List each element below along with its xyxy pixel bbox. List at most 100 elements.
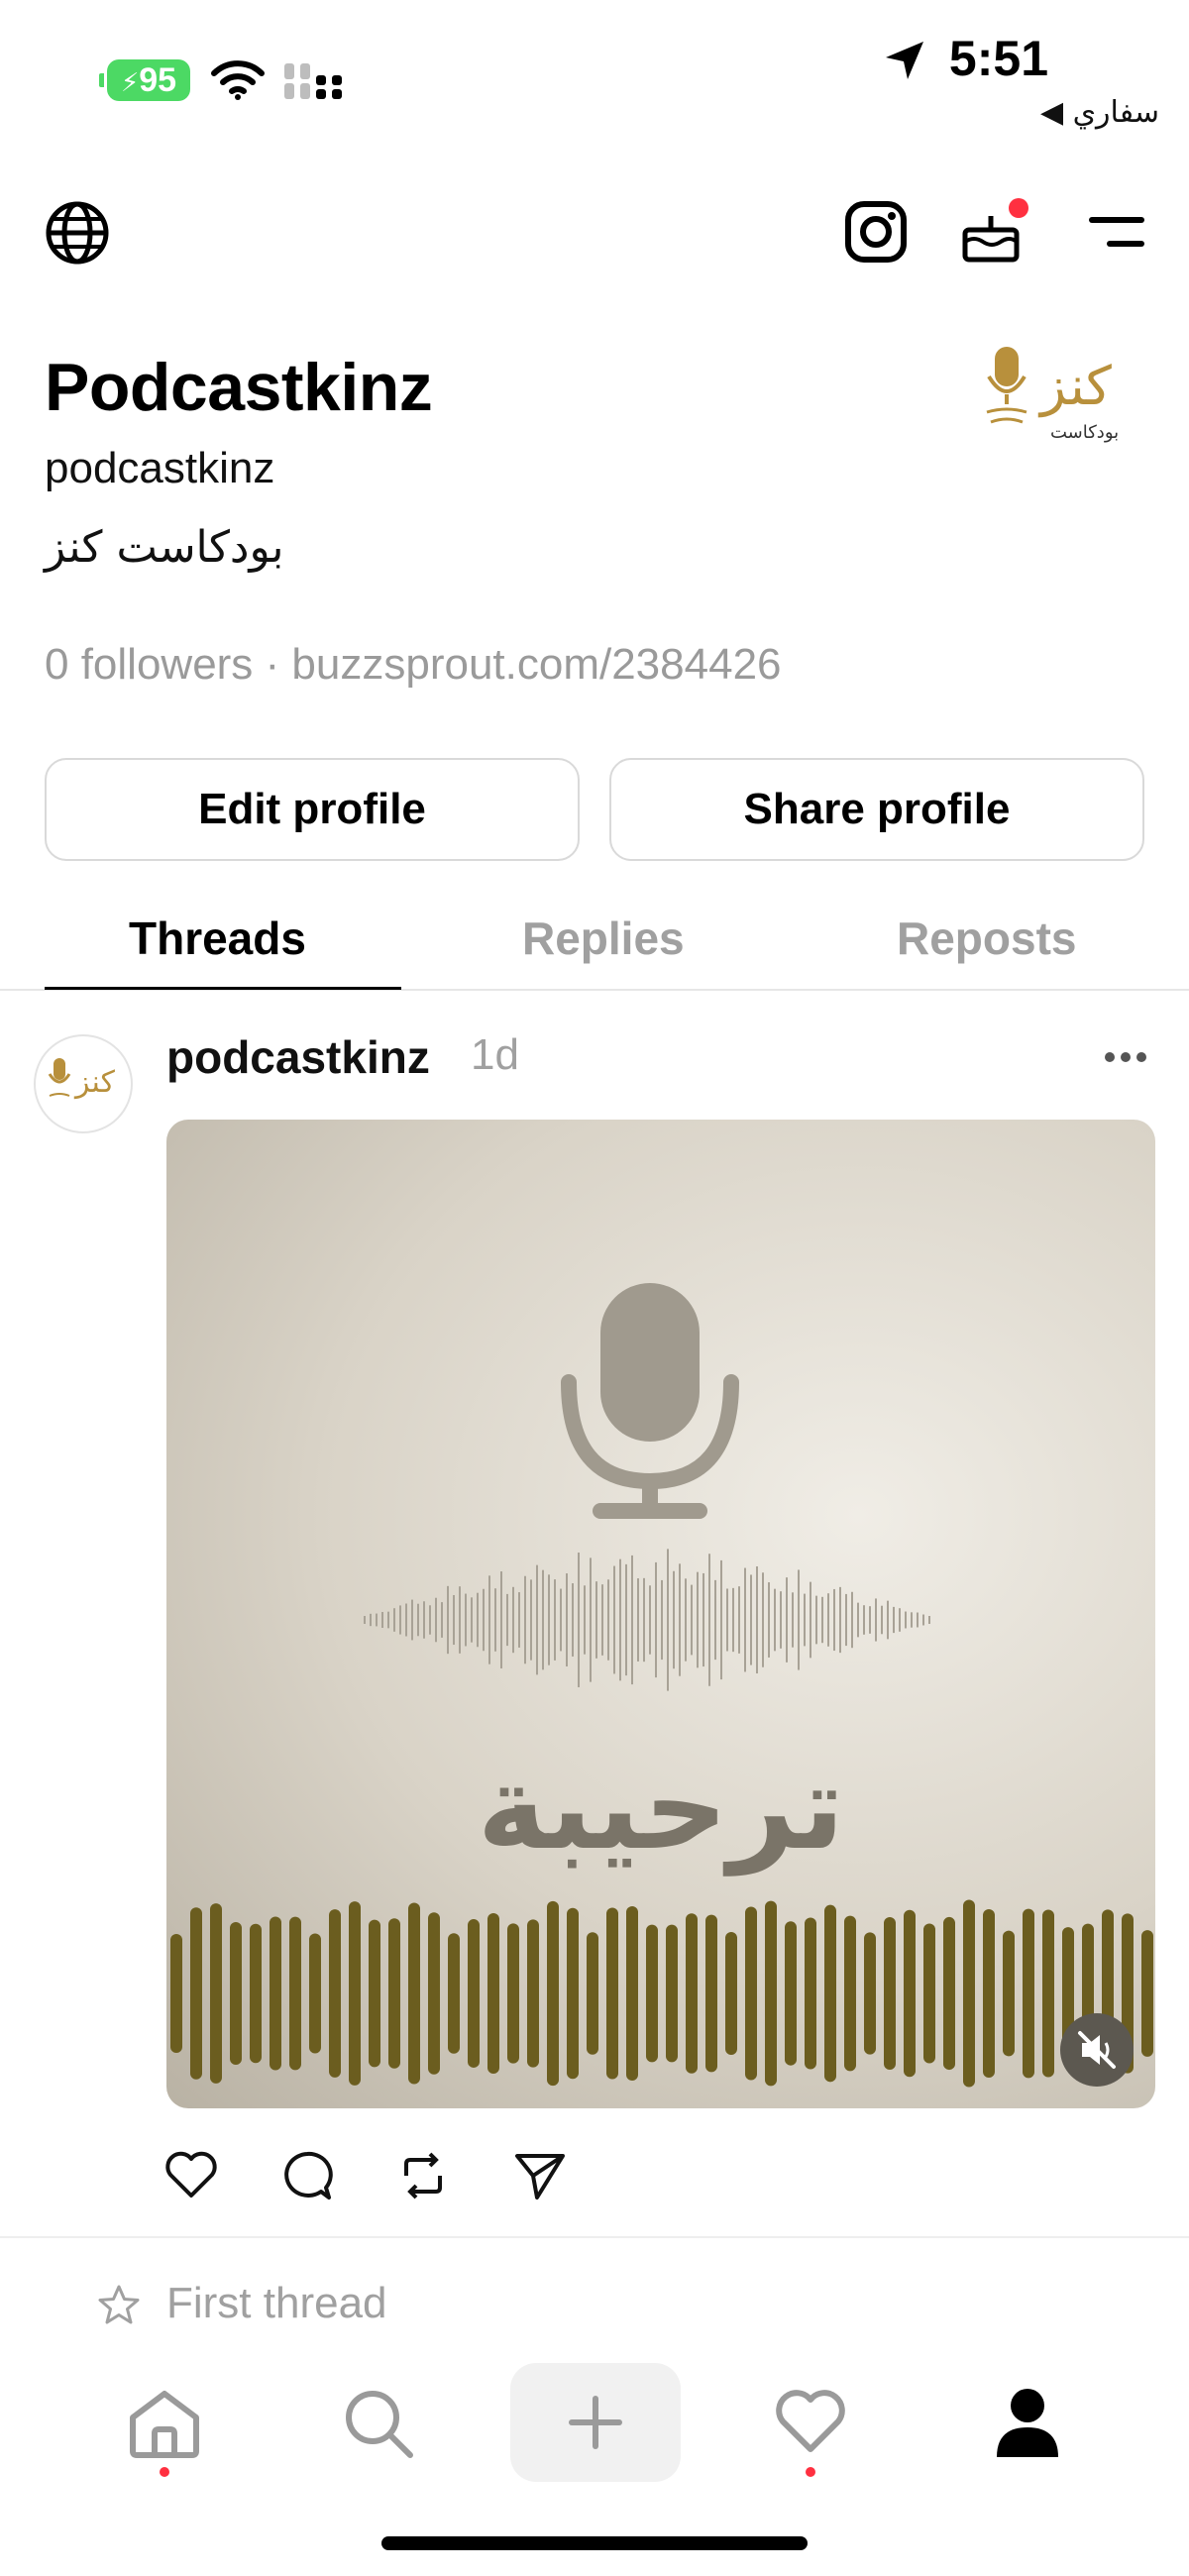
soundwave-bar <box>738 1586 740 1654</box>
comment-icon[interactable] <box>281 2150 333 2201</box>
soundwave-bar <box>393 1608 395 1632</box>
soundwave-bar <box>643 1577 645 1663</box>
soundwave-bar <box>821 1596 823 1644</box>
soundwave-bar <box>762 1572 764 1667</box>
soundwave-bar <box>441 1602 443 1638</box>
waveform-bar <box>369 1919 380 2068</box>
profile-handle: podcastkinz <box>45 444 275 492</box>
soundwave-bar <box>899 1608 901 1632</box>
soundwave-bar <box>453 1594 455 1646</box>
waveform-bar <box>388 1918 400 2069</box>
profile-icon[interactable] <box>993 2386 1062 2461</box>
menu-icon[interactable] <box>1088 212 1145 252</box>
tab-replies[interactable]: Replies <box>522 912 685 965</box>
profile-avatar[interactable]: كنز بودكاست <box>981 337 1139 456</box>
followers-and-link[interactable]: 0 followers · buzzsprout.com/2384426 <box>45 640 782 690</box>
soundwave-bar <box>417 1603 419 1637</box>
soundwave-bar <box>893 1606 895 1634</box>
tab-threads[interactable]: Threads <box>129 912 306 965</box>
mute-toggle-button[interactable] <box>1060 2013 1134 2087</box>
soundwave-bar <box>726 1588 728 1652</box>
soundwave-bar <box>554 1579 556 1661</box>
battery-indicator: ⚡95 <box>99 59 190 101</box>
soundwave-bar <box>595 1581 597 1659</box>
soundwave-bar <box>685 1578 687 1662</box>
waveform-bar <box>468 1919 480 2068</box>
soundwave-bar <box>572 1583 574 1657</box>
soundwave-bar <box>780 1591 782 1649</box>
soundwave-bar <box>928 1616 930 1624</box>
waveform-bar <box>1141 1930 1153 2057</box>
waveform-bar <box>230 1922 242 2065</box>
soundwave-bar <box>720 1559 722 1680</box>
soundwave-bar <box>697 1571 699 1668</box>
waveform-bar <box>547 1900 559 2087</box>
globe-icon[interactable] <box>45 200 110 266</box>
soundwave-bar <box>399 1605 401 1635</box>
home-notification-dot <box>160 2467 169 2477</box>
more-options-icon[interactable] <box>1104 1050 1147 1064</box>
waveform-bars-graphic <box>170 1899 1153 2088</box>
waveform-bar <box>626 1906 638 2081</box>
soundwave-bar <box>447 1585 449 1655</box>
soundwave-bar <box>601 1584 603 1656</box>
waveform-bar <box>686 1913 698 2074</box>
new-thread-button[interactable] <box>510 2363 681 2482</box>
waveform-bar <box>349 1901 361 2086</box>
soundwave-bar <box>578 1553 580 1687</box>
soundwave-bar <box>869 1606 871 1634</box>
soundwave-bar <box>631 1555 633 1685</box>
soundwave-bar <box>917 1612 919 1628</box>
waveform-bar <box>507 1923 519 2064</box>
soundwave-bar <box>619 1558 621 1681</box>
soundwave-bar <box>744 1567 746 1672</box>
repost-icon[interactable] <box>396 2150 450 2201</box>
first-thread-label[interactable]: First thread <box>166 2279 387 2328</box>
soundwave-bar <box>673 1570 675 1669</box>
back-to-app-link[interactable]: ◀ سفاري <box>1040 95 1159 130</box>
waveform-bar <box>170 1934 182 2053</box>
birthday-cake-icon[interactable] <box>959 194 1028 266</box>
waveform-bar <box>567 1907 579 2080</box>
soundwave-bar <box>922 1614 924 1626</box>
soundwave-bar <box>560 1588 562 1652</box>
soundwave-bar <box>500 1571 502 1668</box>
tab-reposts[interactable]: Reposts <box>897 912 1076 965</box>
waveform-bar <box>705 1914 717 2073</box>
waveform-bar <box>527 1919 539 2068</box>
profile-bio: بودكاست كنز <box>45 522 284 573</box>
waveform-bar <box>745 1906 757 2081</box>
waveform-bar <box>904 1909 916 2078</box>
like-heart-icon[interactable] <box>164 2150 218 2200</box>
soundwave-bar <box>863 1605 865 1635</box>
soundwave-bar <box>477 1592 479 1648</box>
waveform-bar <box>1023 1908 1034 2079</box>
soundwave-bar <box>857 1602 859 1638</box>
share-profile-button[interactable]: Share profile <box>609 758 1144 861</box>
home-icon[interactable] <box>127 2388 202 2459</box>
waveform-bar <box>448 1933 460 2054</box>
soundwave-bar <box>911 1612 913 1628</box>
soundwave-bar <box>512 1586 514 1654</box>
post-avatar[interactable]: كنز <box>34 1034 133 1133</box>
waveform-bar <box>646 1924 658 2063</box>
active-tab-indicator <box>45 987 401 990</box>
instagram-icon[interactable] <box>844 200 908 264</box>
soundwave-bar <box>774 1588 776 1652</box>
soundwave-bar <box>827 1593 829 1647</box>
soundwave-bar <box>584 1585 586 1655</box>
waveform-bar <box>309 1933 321 2054</box>
waveform-bar <box>270 1916 281 2071</box>
soundwave-bar <box>708 1554 710 1686</box>
search-icon[interactable] <box>343 2388 416 2459</box>
post-username[interactable]: podcastkinz <box>166 1030 430 1084</box>
post-media[interactable]: ترحيبة <box>166 1120 1155 2108</box>
soundwave-bar <box>387 1611 389 1629</box>
waveform-bar <box>824 1904 836 2083</box>
heart-icon[interactable] <box>775 2388 846 2455</box>
soundwave-bar <box>655 1561 657 1678</box>
edit-profile-button[interactable]: Edit profile <box>45 758 580 861</box>
share-send-icon[interactable] <box>513 2150 567 2201</box>
soundwave-bar <box>613 1565 615 1674</box>
podcast-logo-icon: كنز <box>48 1058 116 1100</box>
